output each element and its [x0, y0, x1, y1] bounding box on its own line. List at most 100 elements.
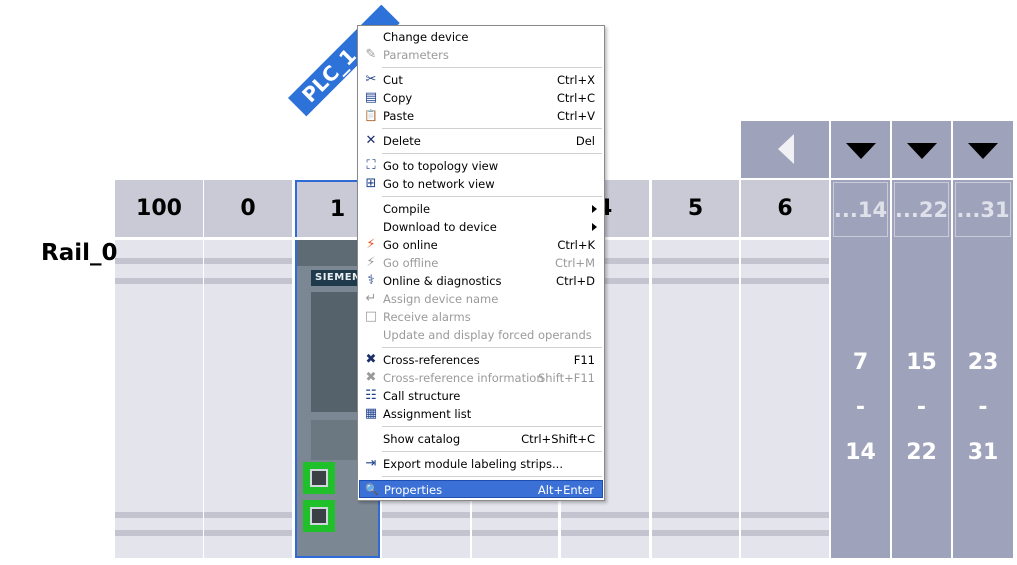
- menu-item-label: Show catalog: [383, 432, 461, 446]
- menu-item-download-to-device[interactable]: Download to device: [359, 218, 603, 236]
- range-to: 14: [845, 440, 876, 465]
- menu-item-assignment-list[interactable]: ▦ Assignment list: [359, 405, 603, 423]
- menu-item-assign-device-name[interactable]: ↵ Assign device name: [359, 290, 603, 308]
- slot-6[interactable]: [741, 240, 829, 558]
- menu-item-go-offline[interactable]: ⚡ Go offline Ctrl+M: [359, 254, 603, 272]
- rail-stripe: [652, 258, 739, 264]
- range-from: 23: [967, 350, 999, 375]
- cross-reference-info-icon: ✖: [365, 370, 377, 385]
- menu-item-shortcut: Ctrl+M: [554, 256, 595, 270]
- slot-header-5[interactable]: 5: [652, 180, 739, 237]
- range-from: 7: [852, 350, 869, 375]
- arrow-down-icon: [968, 143, 998, 159]
- menu-item-label: Receive alarms: [383, 310, 471, 324]
- rail-stripe: [741, 258, 829, 264]
- expand-group-7-14-button[interactable]: [831, 121, 890, 178]
- menu-item-label: Copy: [383, 91, 413, 105]
- menu-item-label: Call structure: [383, 389, 461, 403]
- menu-item-label: Change device: [383, 30, 469, 44]
- menu-separator: [382, 347, 602, 348]
- assign-name-icon: ↵: [365, 291, 377, 306]
- menu-item-label: Go offline: [383, 256, 439, 270]
- menu-item-label: Assignment list: [383, 407, 472, 421]
- arrow-down-icon: [845, 143, 876, 159]
- rail-stripe: [652, 278, 739, 284]
- menu-item-forced-operands[interactable]: Update and display forced operands: [359, 326, 603, 344]
- slot-group-range: 15 - 22: [892, 340, 951, 475]
- menu-item-label: Update and display forced operands: [383, 328, 592, 342]
- menu-item-delete[interactable]: ✕ Delete Del: [359, 132, 603, 150]
- slot-group-23-31[interactable]: ...31 23 - 31: [953, 180, 1013, 558]
- menu-item-properties[interactable]: 🔍 Properties Alt+Enter: [359, 480, 603, 498]
- range-to: 31: [967, 440, 999, 465]
- expand-group-15-22-button[interactable]: [892, 121, 951, 178]
- menu-item-compile[interactable]: Compile: [359, 200, 603, 218]
- menu-item-shortcut: Ctrl+D: [556, 274, 595, 288]
- menu-separator: [382, 67, 602, 68]
- range-to: 22: [906, 440, 937, 465]
- menu-item-copy[interactable]: ▤ Copy Ctrl+C: [359, 89, 603, 107]
- call-structure-icon: ☷: [365, 388, 377, 403]
- menu-item-change-device[interactable]: Change device: [359, 28, 603, 46]
- rail-stripe: [115, 258, 203, 264]
- slot-header-0[interactable]: 0: [204, 180, 292, 237]
- slot-group-header: ...14: [833, 182, 888, 237]
- alarms-icon: □: [364, 309, 378, 324]
- menu-item-topology-view[interactable]: ⛶ Go to topology view: [359, 157, 603, 175]
- slot-100[interactable]: [115, 240, 203, 558]
- menu-item-shortcut: Ctrl+X: [557, 73, 595, 87]
- slot-header-6[interactable]: 6: [741, 180, 829, 237]
- slot-group-range: 7 - 14: [831, 340, 890, 475]
- rail-stripe: [741, 278, 829, 284]
- slot-5[interactable]: [652, 240, 739, 558]
- rail-label: Rail_0: [41, 240, 118, 266]
- menu-item-label: Parameters: [383, 48, 449, 62]
- expand-group-23-31-button[interactable]: [953, 121, 1013, 178]
- network-view-icon: ⊞: [365, 176, 377, 191]
- parameters-icon: ✎: [365, 47, 377, 62]
- menu-separator: [382, 426, 602, 427]
- paste-icon: 📋: [364, 109, 378, 122]
- slot-0[interactable]: [204, 240, 292, 558]
- menu-item-cross-reference-information[interactable]: ✖ Cross-reference information Shift+F11: [359, 369, 603, 387]
- menu-item-shortcut: Ctrl+Shift+C: [521, 432, 595, 446]
- rail-stripe: [204, 278, 292, 284]
- port-socket-icon: [310, 507, 328, 525]
- menu-item-parameters[interactable]: ✎ Parameters: [359, 46, 603, 64]
- menu-item-online-diagnostics[interactable]: ⚕ Online & diagnostics Ctrl+D: [359, 272, 603, 290]
- menu-item-cut[interactable]: ✂ Cut Ctrl+X: [359, 71, 603, 89]
- slot-group-range: 23 - 31: [953, 340, 1013, 475]
- menu-item-receive-alarms[interactable]: □ Receive alarms: [359, 308, 603, 326]
- menu-item-shortcut: Ctrl+K: [557, 238, 595, 252]
- arrow-left-icon: [778, 134, 794, 164]
- assignment-list-icon: ▦: [364, 406, 378, 421]
- menu-item-paste[interactable]: 📋 Paste Ctrl+V: [359, 107, 603, 125]
- rail-stripe: [204, 258, 292, 264]
- menu-item-cross-references[interactable]: ✖ Cross-references F11: [359, 351, 603, 369]
- slot-group-15-22[interactable]: ...22 15 - 22: [892, 180, 951, 558]
- submenu-arrow-icon: [592, 205, 597, 213]
- slot-group-header: ...22: [894, 182, 949, 237]
- range-dash: -: [855, 395, 866, 420]
- go-online-icon: ⚡: [366, 237, 376, 252]
- properties-icon: 🔍: [365, 483, 379, 496]
- menu-item-label: Compile: [383, 202, 431, 216]
- go-offline-icon: ⚡: [366, 255, 376, 270]
- menu-item-label: Online & diagnostics: [383, 274, 502, 288]
- menu-item-export-labeling-strips[interactable]: ⇥ Export module labeling strips...: [359, 455, 603, 473]
- slot-group-7-14[interactable]: ...14 7 - 14: [831, 180, 890, 558]
- menu-item-network-view[interactable]: ⊞ Go to network view: [359, 175, 603, 193]
- menu-item-call-structure[interactable]: ☷ Call structure: [359, 387, 603, 405]
- menu-item-shortcut: Alt+Enter: [537, 483, 594, 497]
- menu-item-show-catalog[interactable]: Show catalog Ctrl+Shift+C: [359, 430, 603, 448]
- menu-item-label: Delete: [383, 134, 421, 148]
- scroll-left-button[interactable]: [741, 121, 829, 178]
- change-device-icon: [363, 29, 379, 45]
- slot-header-100[interactable]: 100: [115, 180, 203, 237]
- rail-stripe: [204, 530, 292, 536]
- ethernet-port-2: [303, 500, 335, 532]
- rail-stripe: [115, 512, 203, 518]
- menu-separator: [382, 451, 602, 452]
- range-from: 15: [906, 350, 937, 375]
- menu-item-go-online[interactable]: ⚡ Go online Ctrl+K: [359, 236, 603, 254]
